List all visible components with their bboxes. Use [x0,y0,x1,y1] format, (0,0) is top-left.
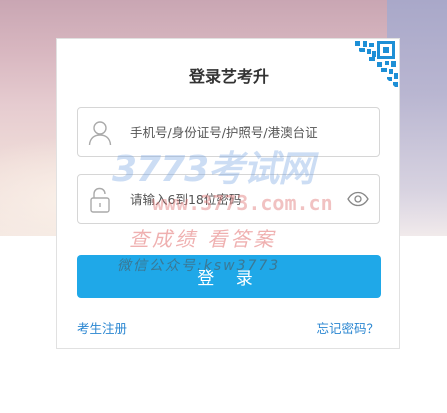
login-card: 登录艺考升 3773考试网 www.3773.com.cn [56,38,400,349]
eye-icon[interactable] [347,191,369,207]
login-title: 登录艺考升 [188,67,269,86]
password-input[interactable] [130,183,350,215]
account-input[interactable] [130,116,350,148]
forgot-password-link[interactable]: 忘记密码？ [316,318,379,337]
account-field[interactable] [77,107,380,157]
password-field[interactable] [77,174,380,224]
watermark-slogan: 查成绩 看答案 [129,227,277,251]
user-icon [88,120,112,146]
lock-icon [88,187,112,213]
register-link[interactable]: 考生注册 [77,318,127,337]
watermark-wechat: 微信公众号:ksw3773 [117,258,281,274]
